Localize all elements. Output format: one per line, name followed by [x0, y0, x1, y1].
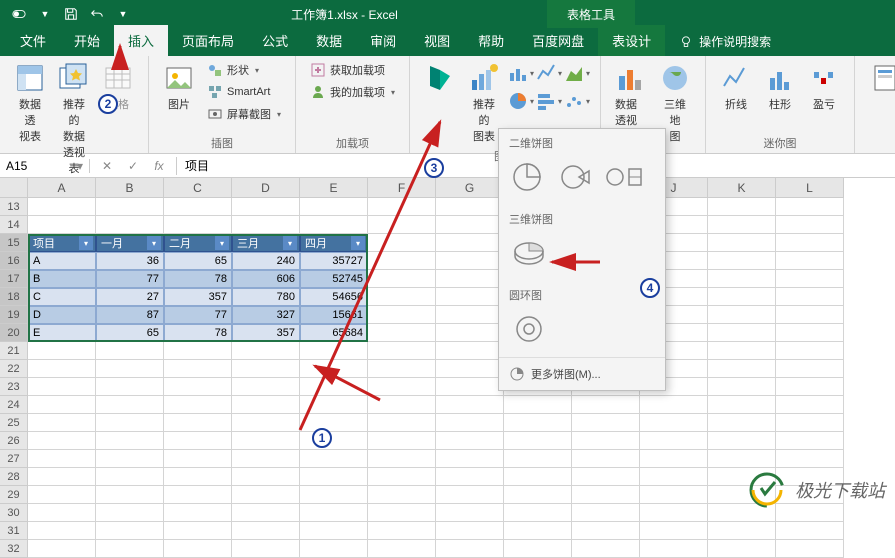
- cell[interactable]: [232, 522, 300, 540]
- cell[interactable]: [96, 522, 164, 540]
- cell[interactable]: [776, 540, 844, 558]
- cell[interactable]: [504, 540, 572, 558]
- cell[interactable]: [300, 540, 368, 558]
- cell[interactable]: [232, 540, 300, 558]
- cell[interactable]: [28, 522, 96, 540]
- cell[interactable]: [28, 540, 96, 558]
- cell[interactable]: [640, 540, 708, 558]
- cell[interactable]: [776, 522, 844, 540]
- cell[interactable]: [436, 522, 504, 540]
- cell[interactable]: [164, 522, 232, 540]
- cell[interactable]: [436, 540, 504, 558]
- cell[interactable]: [368, 540, 436, 558]
- cell[interactable]: [708, 540, 776, 558]
- cell[interactable]: [368, 522, 436, 540]
- annotation-marker-2: 2: [98, 94, 118, 114]
- cell[interactable]: [300, 522, 368, 540]
- annotation-arrows: [0, 0, 895, 520]
- cell[interactable]: [572, 522, 640, 540]
- annotation-marker-3: 3: [424, 158, 444, 178]
- row-header[interactable]: 31: [0, 522, 28, 540]
- cell[interactable]: [572, 540, 640, 558]
- cell[interactable]: [164, 540, 232, 558]
- cell[interactable]: [708, 522, 776, 540]
- annotation-marker-1: 1: [312, 428, 332, 448]
- row-header[interactable]: 32: [0, 540, 28, 558]
- annotation-marker-4: 4: [640, 278, 660, 298]
- cell[interactable]: [504, 522, 572, 540]
- cell[interactable]: [640, 522, 708, 540]
- cell[interactable]: [96, 540, 164, 558]
